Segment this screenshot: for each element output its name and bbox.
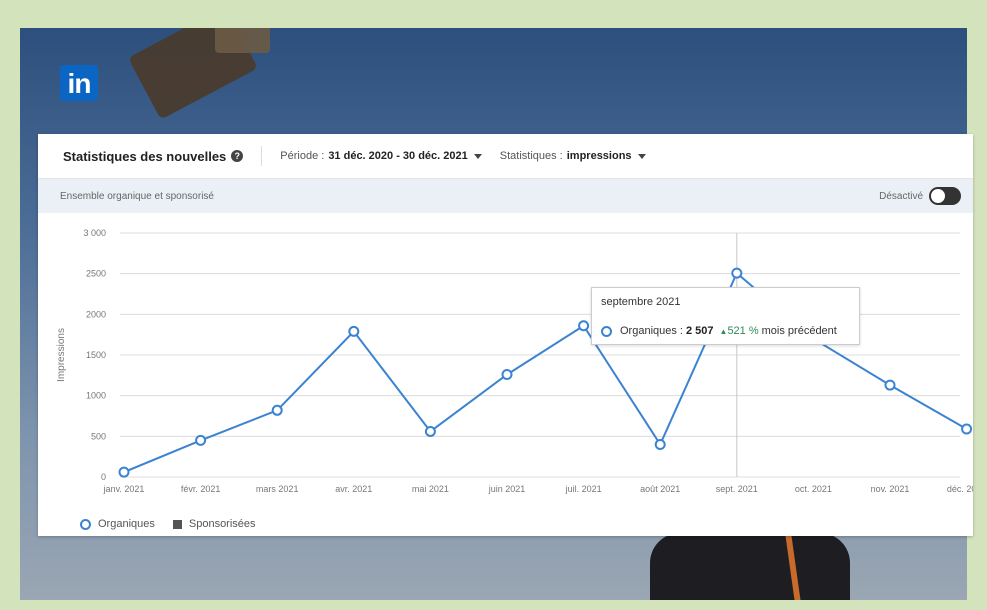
x-tick-label: sept. 2021 <box>716 484 758 494</box>
filter-subbar: Ensemble organique et sponsorisé Désacti… <box>38 179 973 213</box>
subbar-label: Ensemble organique et sponsorisé <box>60 190 214 202</box>
data-point <box>654 438 666 450</box>
organic-legend-icon <box>80 518 91 530</box>
stats-value: impressions <box>566 150 632 162</box>
period-value: 31 déc. 2020 - 30 déc. 2021 <box>328 150 468 162</box>
y-tick-label: 500 <box>91 431 106 441</box>
data-point <box>884 379 896 391</box>
chevron-down-icon <box>473 153 482 159</box>
sponsored-toggle-group: Désactivé <box>879 187 961 205</box>
header-divider <box>261 146 263 166</box>
data-point <box>501 369 513 381</box>
x-tick-label: août 2021 <box>640 484 680 494</box>
data-point <box>348 325 360 337</box>
linkedin-logo: in <box>60 65 98 101</box>
tool-blade-shape <box>215 28 270 53</box>
period-dropdown[interactable]: Période : 31 déc. 2020 - 30 déc. 2021 <box>280 150 482 162</box>
x-tick-label: nov. 2021 <box>871 484 910 494</box>
sponsored-legend-icon <box>172 519 182 529</box>
chart-tooltip: septembre 2021 Organiques : 2 507 ▲521 %… <box>591 287 860 345</box>
sponsored-toggle[interactable] <box>929 187 961 205</box>
card-header: Statistiques des nouvelles ? Période : 3… <box>38 134 973 179</box>
analytics-card: Statistiques des nouvelles ? Période : 3… <box>38 134 973 536</box>
x-tick-label: avr. 2021 <box>335 484 372 494</box>
impressions-line-chart: 0 500 1000 1500 2000 2500 3 000 Impressions janv… <box>56 228 973 494</box>
chevron-down-icon <box>637 153 646 159</box>
tooltip-month: septembre 2021 <box>601 296 681 308</box>
y-tick-label: 1000 <box>86 391 106 401</box>
help-icon[interactable]: ? <box>231 150 244 162</box>
data-point <box>424 425 436 437</box>
y-tick-label: 1500 <box>86 350 106 360</box>
data-point <box>195 434 207 446</box>
card-title-text: Statistiques des nouvelles <box>63 148 227 164</box>
x-tick-label: févr. 2021 <box>181 484 221 494</box>
legend-organic[interactable]: Organiques <box>98 518 155 530</box>
tooltip-series-label: Organiques : <box>620 325 683 337</box>
stats-dropdown[interactable]: Statistiques : impressions <box>500 150 646 162</box>
x-tick-label: déc. 2021 <box>947 484 973 494</box>
chart-legend: Organiques Sponsorisées <box>80 518 256 530</box>
toggle-knob <box>931 189 945 203</box>
tooltip-change: ▲521 % <box>720 325 759 337</box>
data-point <box>271 404 283 416</box>
y-tick-label: 2000 <box>86 309 106 319</box>
stats-label: Statistiques : <box>499 150 563 162</box>
figure-shape <box>650 533 850 600</box>
tooltip-value: 2 507 <box>685 325 714 337</box>
tooltip-row: Organiques : 2 507 ▲521 % mois précédent <box>601 325 837 337</box>
x-tick-label: janv. 2021 <box>103 484 145 494</box>
organic-marker-icon <box>601 325 612 337</box>
y-tick-label: 0 <box>101 472 106 482</box>
toggle-label: Désactivé <box>879 190 923 202</box>
x-tick-label: mars 2021 <box>256 484 299 494</box>
data-point <box>961 423 973 435</box>
data-point <box>118 466 130 478</box>
x-tick-label: juil. 2021 <box>565 484 602 494</box>
data-point <box>578 320 590 332</box>
y-tick-label: 3 000 <box>83 228 106 238</box>
legend-sponsored[interactable]: Sponsorisées <box>189 518 256 530</box>
x-tick-label: mai 2021 <box>412 484 449 494</box>
period-label: Période : <box>280 150 325 162</box>
x-tick-label: oct. 2021 <box>795 484 832 494</box>
data-point <box>731 267 743 279</box>
x-tick-label: juin 2021 <box>488 484 526 494</box>
card-title: Statistiques des nouvelles ? <box>63 148 244 164</box>
y-axis-label: Impressions <box>56 328 67 382</box>
tooltip-change-value: 521 % <box>727 325 759 337</box>
tooltip-suffix: mois précédent <box>761 325 837 337</box>
y-tick-label: 2500 <box>86 269 106 279</box>
